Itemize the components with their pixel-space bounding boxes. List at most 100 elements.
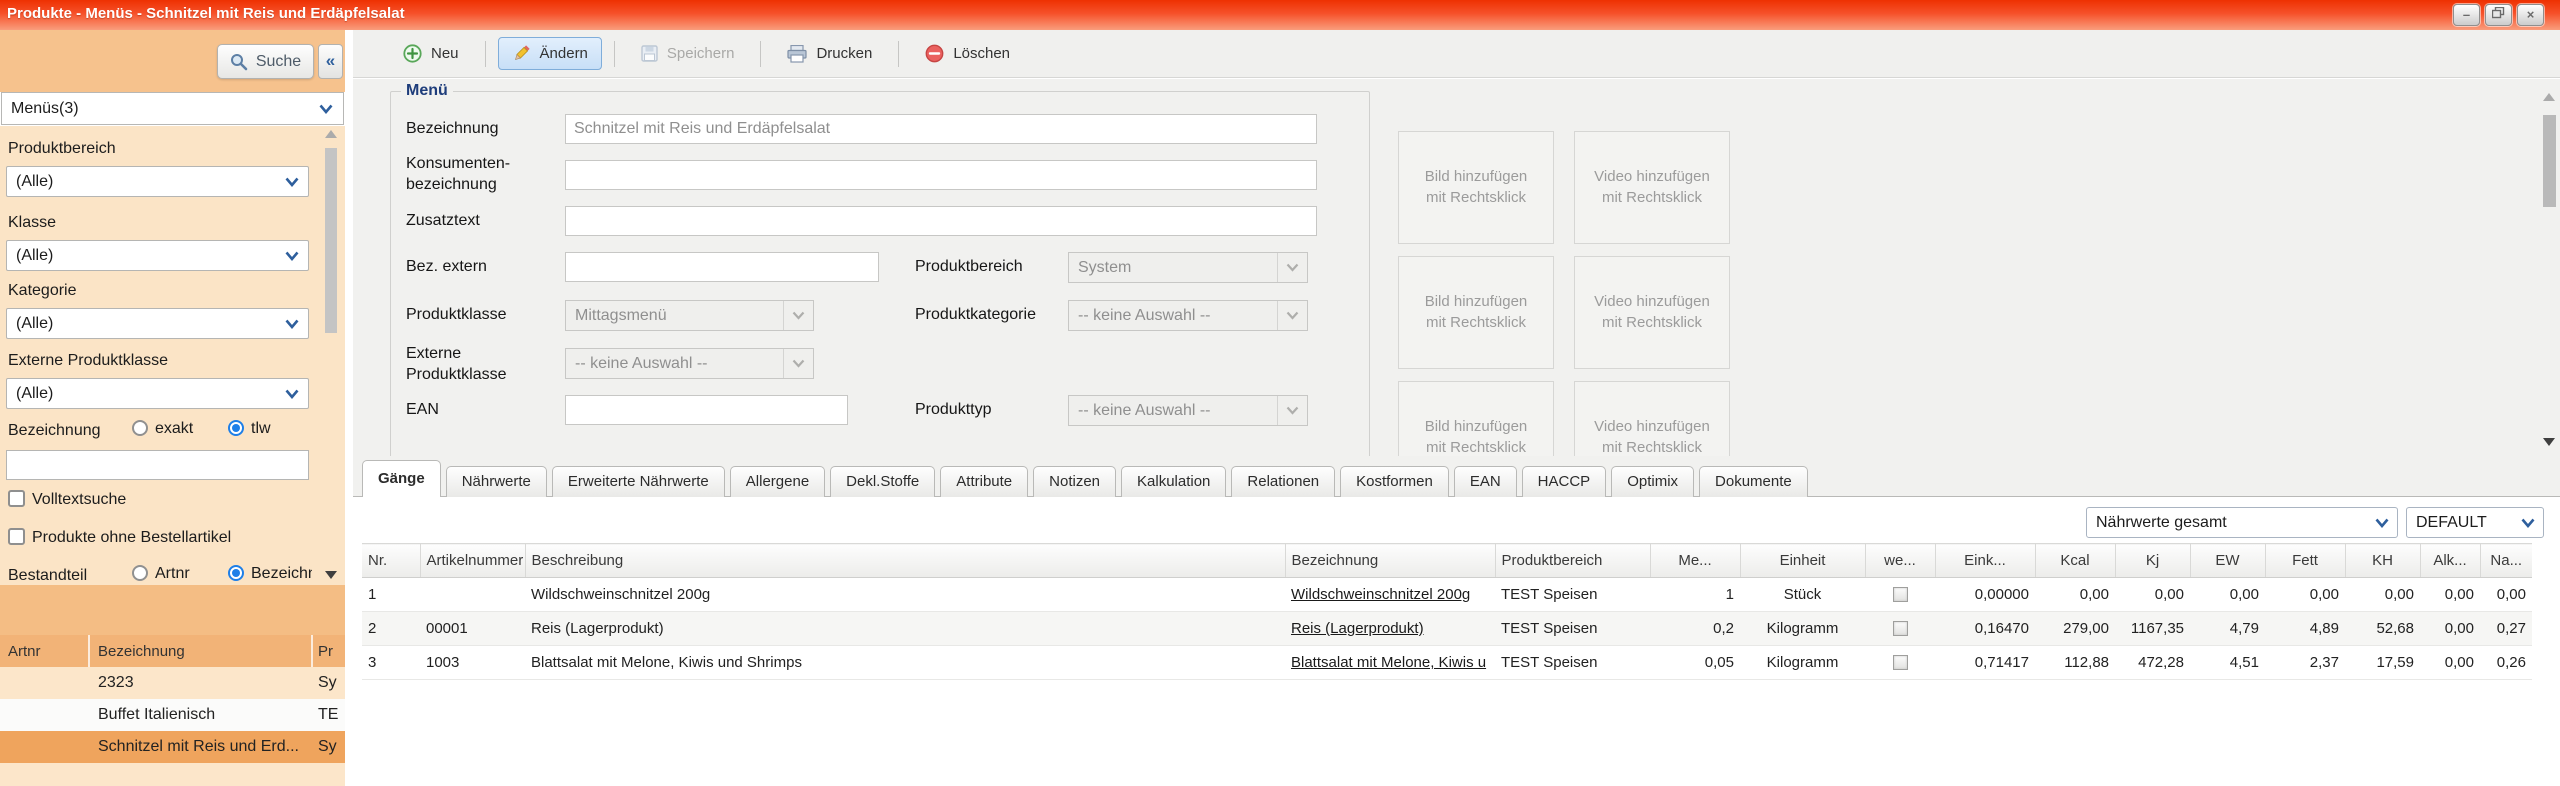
radio-exakt[interactable]: exakt [132, 420, 193, 438]
bild-placeholder[interactable]: Bild hinzufügen mit Rechtsklick [1398, 131, 1554, 244]
result-row[interactable]: 2323 Sy [0, 667, 345, 699]
tab-relationen[interactable]: Relationen [1231, 466, 1335, 497]
result-type-dropdown[interactable]: Menüs(3) [1, 92, 344, 125]
filter-select-externe-produktklasse[interactable]: (Alle) [6, 378, 309, 409]
video-placeholder[interactable]: Video hinzufügen mit Rechtsklick [1574, 131, 1730, 244]
bild-placeholder-label: Bild hinzufügen mit Rechtsklick [1413, 167, 1539, 208]
tab-erweiterte-naehrwerte[interactable]: Erweiterte Nährwerte [552, 466, 725, 497]
externe-produktklasse-dropdown[interactable]: -- keine Auswahl -- [565, 348, 814, 379]
tab-dokumente[interactable]: Dokumente [1699, 466, 1808, 497]
row-checkbox[interactable] [1893, 621, 1908, 636]
filter-select-kategorie[interactable]: (Alle) [6, 308, 309, 339]
row-checkbox[interactable] [1893, 655, 1908, 670]
table-row[interactable]: 1 Wildschweinschnitzel 200g Wildschweins… [362, 578, 2532, 612]
produktkategorie-dropdown[interactable]: -- keine Auswahl -- [1068, 300, 1308, 331]
tab-allergene[interactable]: Allergene [730, 466, 825, 497]
produktbereich-dropdown[interactable]: System [1068, 252, 1308, 283]
tab-naehrwerte[interactable]: Nährwerte [446, 466, 547, 497]
zusatztext-input[interactable] [565, 206, 1317, 236]
table-row[interactable]: 2 00001 Reis (Lagerprodukt) Reis (Lagerp… [362, 612, 2532, 646]
checkbox-volltextsuche[interactable]: Volltextsuche [8, 490, 126, 509]
row-checkbox[interactable] [1893, 587, 1908, 602]
tab-kostformen[interactable]: Kostformen [1340, 466, 1449, 497]
result-row[interactable]: Buffet Italienisch TE [0, 699, 345, 731]
tab-ean[interactable]: EAN [1454, 466, 1517, 497]
collapse-sidebar-button[interactable]: « [318, 44, 343, 79]
edit-button[interactable]: Ändern [498, 37, 602, 70]
bez-extern-input[interactable] [565, 252, 879, 282]
col-na[interactable]: Na... [2480, 544, 2532, 578]
scrollbar-thumb[interactable] [2543, 115, 2556, 207]
nutrition-view-dropdown[interactable]: Nährwerte gesamt [2086, 507, 2398, 538]
filter-select-klasse[interactable]: (Alle) [6, 240, 309, 271]
col-nr[interactable]: Nr. [362, 544, 420, 578]
konsumentenbezeichnung-input[interactable] [565, 160, 1317, 190]
radio-tlw[interactable]: tlw [228, 420, 271, 438]
scroll-down-icon[interactable] [2543, 438, 2555, 446]
col-alk[interactable]: Alk... [2420, 544, 2480, 578]
scroll-up-icon[interactable] [2543, 93, 2555, 101]
col-artikelnummer[interactable]: Artikelnummer [420, 544, 525, 578]
radio-icon [228, 420, 244, 436]
restore-button[interactable] [2485, 4, 2512, 26]
label-konsumentenbezeichnung: Konsumenten-bezeichnung [406, 154, 558, 196]
tab-notizen[interactable]: Notizen [1033, 466, 1116, 497]
tab-attribute[interactable]: Attribute [940, 466, 1028, 497]
nutrition-view-value: Nährwerte gesamt [2087, 514, 2367, 532]
tab-kalkulation[interactable]: Kalkulation [1121, 466, 1226, 497]
tab-dekl-stoffe[interactable]: Dekl.Stoffe [830, 466, 935, 497]
minimize-button[interactable]: – [2453, 4, 2480, 26]
delete-button[interactable]: Löschen [911, 37, 1024, 70]
col-ew[interactable]: EW [2190, 544, 2265, 578]
tab-haccp[interactable]: HACCP [1522, 466, 1607, 497]
product-link[interactable]: Reis (Lagerprodukt) [1291, 620, 1424, 637]
produktklasse-dropdown[interactable]: Mittagsmenü [565, 300, 814, 331]
new-button[interactable]: Neu [389, 37, 473, 70]
video-placeholder[interactable]: Video hinzufügen mit Rechtsklick [1574, 256, 1730, 369]
col-kh[interactable]: KH [2345, 544, 2420, 578]
results-col-artnr[interactable]: Artnr [0, 635, 90, 667]
print-button[interactable]: Drucken [773, 38, 886, 70]
col-einkauf[interactable]: Eink... [1935, 544, 2035, 578]
results-col-bezeichnung[interactable]: Bezeichnung [90, 635, 313, 667]
col-einheit[interactable]: Einheit [1740, 544, 1865, 578]
tab-gaenge[interactable]: Gänge [362, 460, 441, 497]
col-kj[interactable]: Kj [2115, 544, 2190, 578]
col-kcal[interactable]: Kcal [2035, 544, 2115, 578]
chevron-down-icon [285, 389, 299, 399]
profile-dropdown[interactable]: DEFAULT [2406, 507, 2544, 538]
col-bezeichnung[interactable]: Bezeichnung [1285, 544, 1495, 578]
product-link[interactable]: Wildschweinschnitzel 200g [1291, 586, 1470, 603]
col-beschreibung[interactable]: Beschreibung [525, 544, 1285, 578]
result-row-selected[interactable]: Schnitzel mit Reis und Erd... Sy [0, 731, 345, 763]
save-button[interactable]: Speichern [627, 38, 749, 69]
scroll-down-icon[interactable] [325, 571, 337, 579]
checkbox-produkte-ohne-bestellartikel[interactable]: Produkte ohne Bestellartikel [8, 528, 231, 547]
col-fett[interactable]: Fett [2265, 544, 2345, 578]
col-wechselbar[interactable]: we... [1865, 544, 1935, 578]
video-placeholder[interactable]: Video hinzufügen mit Rechtsklick [1574, 381, 1730, 456]
tab-optimix[interactable]: Optimix [1611, 466, 1694, 497]
close-button[interactable]: × [2517, 4, 2544, 26]
filter-label-kategorie: Kategorie [8, 282, 77, 300]
results-col-produktbereich[interactable]: Pr [313, 643, 345, 660]
produkttyp-dropdown[interactable]: -- keine Auswahl -- [1068, 395, 1308, 426]
radio-artnr[interactable]: Artnr [132, 565, 190, 583]
search-button[interactable]: Suche [217, 44, 314, 79]
bezeichnung-search-input[interactable] [6, 450, 309, 480]
radio-label: exakt [155, 420, 193, 437]
panel-scrollbar[interactable] [2541, 91, 2558, 448]
table-row[interactable]: 3 1003 Blattsalat mit Melone, Kiwis und … [362, 646, 2532, 680]
bild-placeholder[interactable]: Bild hinzufügen mit Rechtsklick [1398, 256, 1554, 369]
ean-input[interactable] [565, 395, 848, 425]
scroll-up-icon[interactable] [325, 130, 337, 138]
col-produktbereich[interactable]: Produktbereich [1495, 544, 1650, 578]
col-menge[interactable]: Me... [1650, 544, 1740, 578]
scrollbar-thumb[interactable] [325, 148, 337, 333]
product-link[interactable]: Blattsalat mit Melone, Kiwis u [1291, 654, 1486, 671]
bezeichnung-input[interactable] [565, 114, 1317, 144]
radio-bezeichnung[interactable]: Bezeichn [228, 565, 312, 583]
bild-placeholder[interactable]: Bild hinzufügen mit Rechtsklick [1398, 381, 1554, 456]
filter-select-produktbereich[interactable]: (Alle) [6, 166, 309, 197]
filter-scrollbar[interactable] [323, 128, 339, 581]
